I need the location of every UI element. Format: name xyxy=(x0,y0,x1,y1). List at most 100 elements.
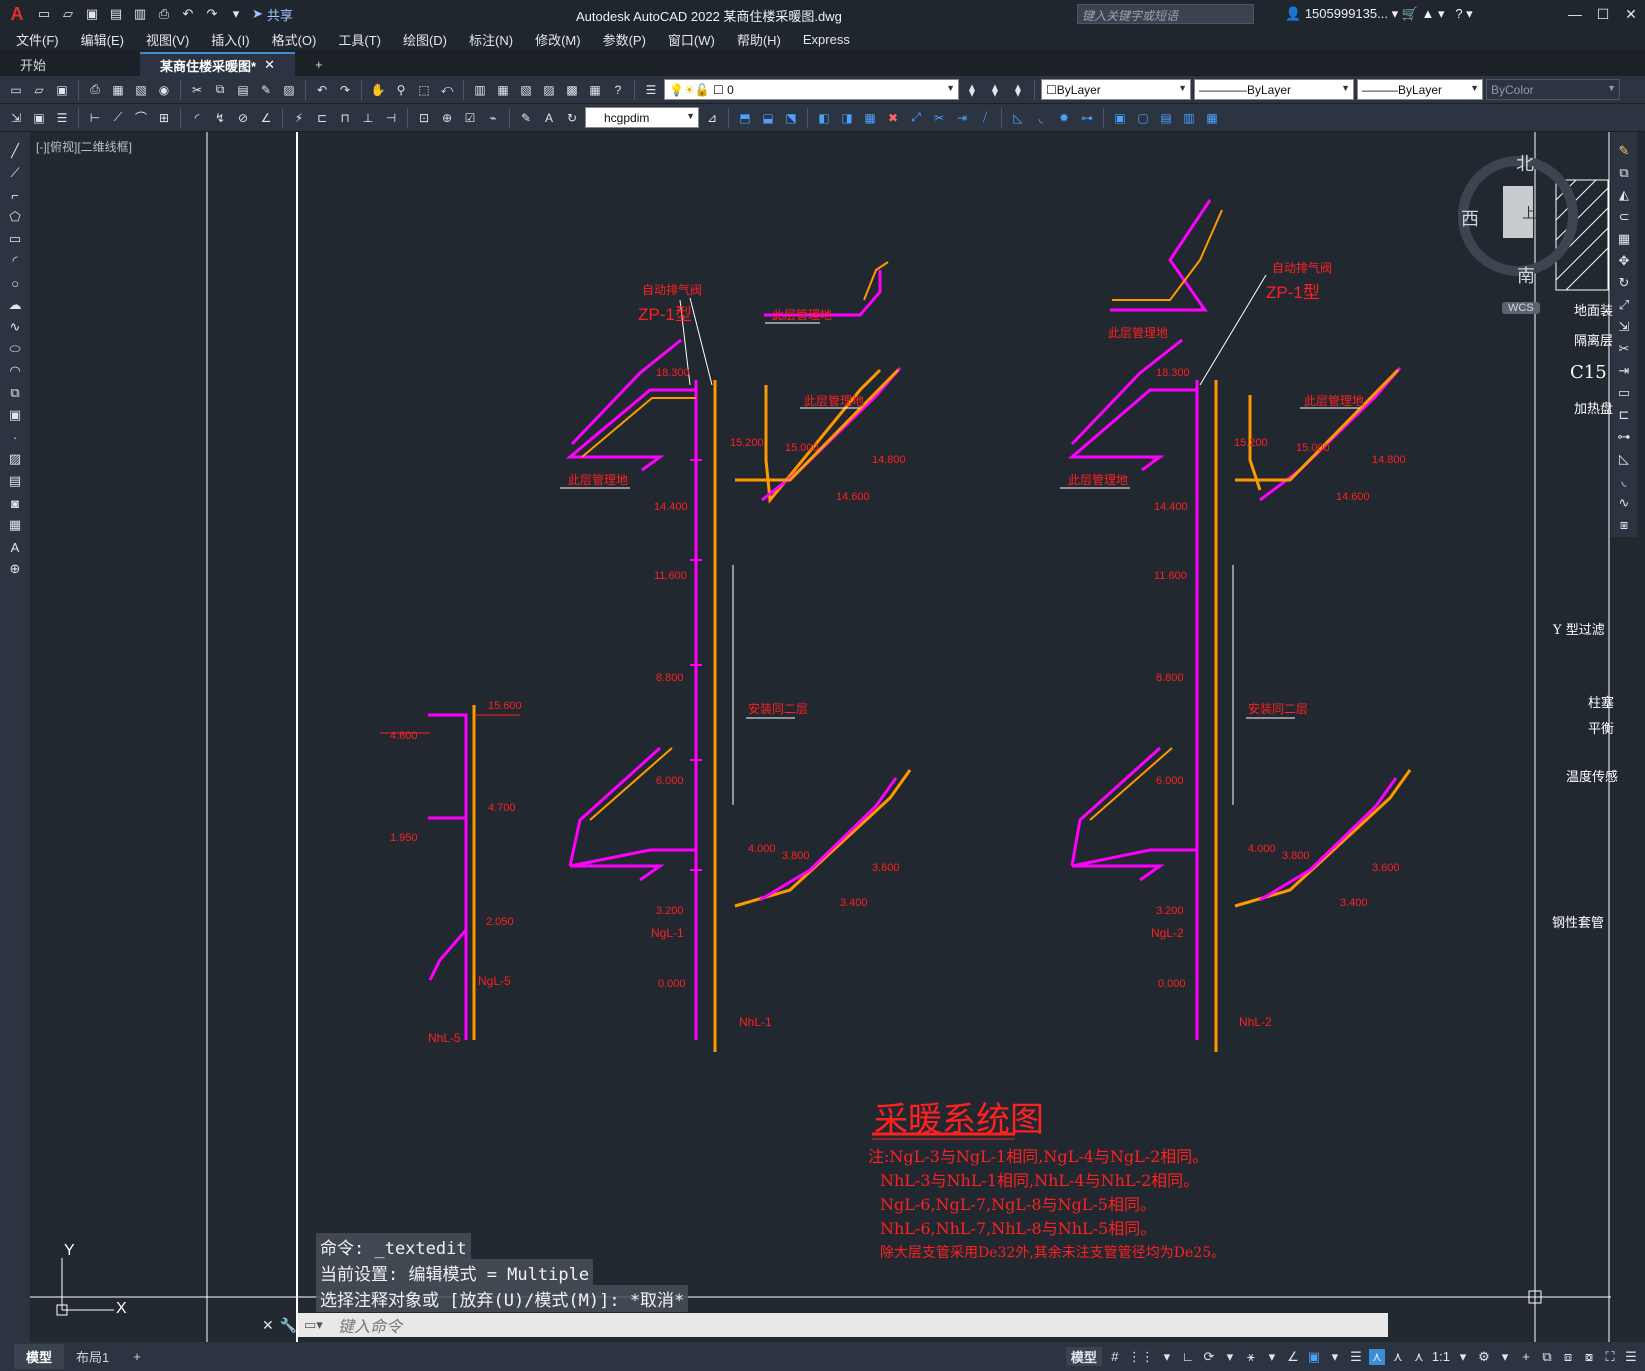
chevron-down-icon[interactable]: ▾ xyxy=(1264,1349,1280,1365)
menu-view[interactable]: 视图(V) xyxy=(146,30,189,49)
close-icon[interactable]: ✕ xyxy=(1617,0,1645,28)
plot-icon[interactable]: ▥ xyxy=(130,4,150,24)
linetype-dropdown[interactable]: ———— ByLayer ▼ xyxy=(1194,79,1354,100)
make-current-icon[interactable]: ⧫ xyxy=(962,80,982,100)
tool-palettes-icon[interactable]: ▧ xyxy=(516,80,536,100)
save-icon[interactable]: ▣ xyxy=(82,4,102,24)
trim-icon[interactable]: ✂ xyxy=(1614,340,1634,358)
redo-icon[interactable]: ↷ xyxy=(202,4,222,24)
menu-help[interactable]: 帮助(H) xyxy=(737,30,781,49)
clean-screen-icon[interactable]: ⧇ xyxy=(1581,1349,1597,1365)
join-icon[interactable]: ⊶ xyxy=(1614,428,1634,446)
layer-previous-icon[interactable]: ⧫ xyxy=(985,80,1005,100)
close-tab-icon[interactable]: ✕ xyxy=(264,57,275,73)
open-icon[interactable]: ▱ xyxy=(58,4,78,24)
dim-style-icon[interactable]: ⊿ xyxy=(702,108,722,128)
rotate-icon[interactable]: ↻ xyxy=(1614,274,1634,292)
maximize-icon[interactable]: ☐ xyxy=(1589,0,1617,28)
mtext-icon[interactable]: A xyxy=(5,538,25,556)
group-select-icon[interactable]: ▥ xyxy=(1179,108,1199,128)
undo-icon[interactable]: ↶ xyxy=(178,4,198,24)
make-block-icon[interactable]: ▣ xyxy=(5,406,25,424)
tab-drawing[interactable]: 某商住楼采暖图* ✕ xyxy=(140,52,295,76)
undo-icon[interactable]: ↶ xyxy=(312,80,332,100)
command-prompt-icon[interactable]: ▭▾ xyxy=(304,1317,323,1333)
viewcube-north[interactable]: 北 xyxy=(1516,150,1534,176)
chevron-down-icon[interactable]: ▾ xyxy=(1222,1349,1238,1365)
inspect-icon[interactable]: ☑ xyxy=(460,108,480,128)
web-icon[interactable]: ◉ xyxy=(154,80,174,100)
ellipse-arc-icon[interactable]: ◠ xyxy=(5,362,25,380)
viewcube-west[interactable]: 西 xyxy=(1461,205,1479,231)
menu-draw[interactable]: 绘图(D) xyxy=(403,30,447,49)
add-selected-icon[interactable]: ⊕ xyxy=(5,560,25,578)
dim-break-icon[interactable]: ⊣ xyxy=(381,108,401,128)
menu-insert[interactable]: 插入(I) xyxy=(211,30,249,49)
osnap-icon[interactable]: ▣ xyxy=(1306,1349,1322,1365)
customize-icon[interactable]: 🔧 xyxy=(280,1317,297,1334)
menu-icon[interactable]: ☰ xyxy=(1623,1349,1639,1365)
share-button[interactable]: ➤ 共享 xyxy=(252,5,293,24)
search-input[interactable]: 键入关键字或短语 xyxy=(1077,4,1254,24)
offset-icon[interactable]: ◨ xyxy=(837,108,857,128)
calculator-icon[interactable]: ▦ xyxy=(585,80,605,100)
sheet-set-icon[interactable]: ▨ xyxy=(539,80,559,100)
hatch-icon[interactable]: ▨ xyxy=(5,450,25,468)
osnap-tracking-icon[interactable]: ∠ xyxy=(1285,1349,1301,1365)
erase-icon[interactable]: ✎ xyxy=(1614,142,1634,160)
offset-icon[interactable]: ⊂ xyxy=(1614,208,1634,226)
mirror-icon[interactable]: ◧ xyxy=(814,108,834,128)
model-space-button[interactable]: 模型 xyxy=(1065,1347,1102,1366)
chevron-down-icon[interactable]: ▾ xyxy=(1455,1349,1471,1365)
polygon-icon[interactable]: ⬠ xyxy=(5,208,25,226)
tolerance-icon[interactable]: ⊡ xyxy=(414,108,434,128)
close-icon[interactable]: ✕ xyxy=(262,1317,274,1334)
diameter-dim-icon[interactable]: ⊘ xyxy=(233,108,253,128)
menu-edit[interactable]: 编辑(E) xyxy=(81,30,124,49)
break-icon[interactable]: ⊏ xyxy=(1614,406,1634,424)
extend-icon[interactable]: ⇥ xyxy=(1614,362,1634,380)
arc-icon[interactable]: ◜ xyxy=(5,252,25,270)
table-icon[interactable]: ▦ xyxy=(5,516,25,534)
zoom-previous-icon[interactable]: ⤺ xyxy=(437,80,457,100)
command-input[interactable]: ▭▾ 键入命令 xyxy=(298,1313,1388,1337)
chevron-down-icon[interactable]: ▾ xyxy=(1327,1349,1343,1365)
save-icon[interactable]: ▣ xyxy=(52,80,72,100)
stretch-icon[interactable]: ⇲ xyxy=(1614,318,1634,336)
arc-length-icon[interactable]: ⌒ xyxy=(131,108,151,128)
jog-linear-icon[interactable]: ⌁ xyxy=(483,108,503,128)
fillet-icon[interactable]: ◟ xyxy=(1031,108,1051,128)
angular-dim-icon[interactable]: ∠ xyxy=(256,108,276,128)
dim-edit-icon[interactable]: ✎ xyxy=(516,108,536,128)
break-point-icon[interactable]: ▭ xyxy=(1614,384,1634,402)
center-mark-icon[interactable]: ⊕ xyxy=(437,108,457,128)
linear-dim-icon[interactable]: ⊢ xyxy=(85,108,105,128)
menu-dimension[interactable]: 标注(N) xyxy=(469,30,513,49)
line-icon[interactable]: ╱ xyxy=(5,142,25,160)
tab-add[interactable]: + xyxy=(295,52,343,76)
break-icon[interactable]: ⧸ xyxy=(975,108,995,128)
ellipse-icon[interactable]: ⬭ xyxy=(5,340,25,358)
group-edit-icon[interactable]: ▤ xyxy=(1156,108,1176,128)
chevron-down-icon[interactable]: ▾ xyxy=(1497,1349,1513,1365)
chevron-down-icon[interactable]: ▾ xyxy=(1159,1349,1175,1365)
explode-icon[interactable]: ✸ xyxy=(1054,108,1074,128)
baseline-dim-icon[interactable]: ⊏ xyxy=(312,108,332,128)
quick-dim-icon[interactable]: ⚡ xyxy=(289,108,309,128)
array-icon[interactable]: ▦ xyxy=(1614,230,1634,248)
zoom-window-icon[interactable]: ⬚ xyxy=(414,80,434,100)
tab-start[interactable]: 开始 xyxy=(0,52,140,76)
qat-dropdown-icon[interactable]: ▾ xyxy=(226,4,246,24)
region-icon[interactable]: ◙ xyxy=(5,494,25,512)
plus-icon[interactable]: + xyxy=(1518,1349,1534,1364)
fillet-icon[interactable]: ◟ xyxy=(1614,472,1634,490)
construction-line-icon[interactable]: ⟋ xyxy=(5,164,25,182)
copy-object-icon[interactable]: ⬓ xyxy=(758,108,778,128)
zoom-realtime-icon[interactable]: ⚲ xyxy=(391,80,411,100)
insert-block-icon[interactable]: ⧉ xyxy=(5,384,25,402)
saveas-icon[interactable]: ▤ xyxy=(106,4,126,24)
polar-icon[interactable]: ⟳ xyxy=(1201,1349,1217,1365)
aligned-dim-icon[interactable]: ⟋ xyxy=(108,108,128,128)
grid-icon[interactable]: # xyxy=(1107,1349,1123,1364)
bbox-icon[interactable]: ▦ xyxy=(1202,108,1222,128)
